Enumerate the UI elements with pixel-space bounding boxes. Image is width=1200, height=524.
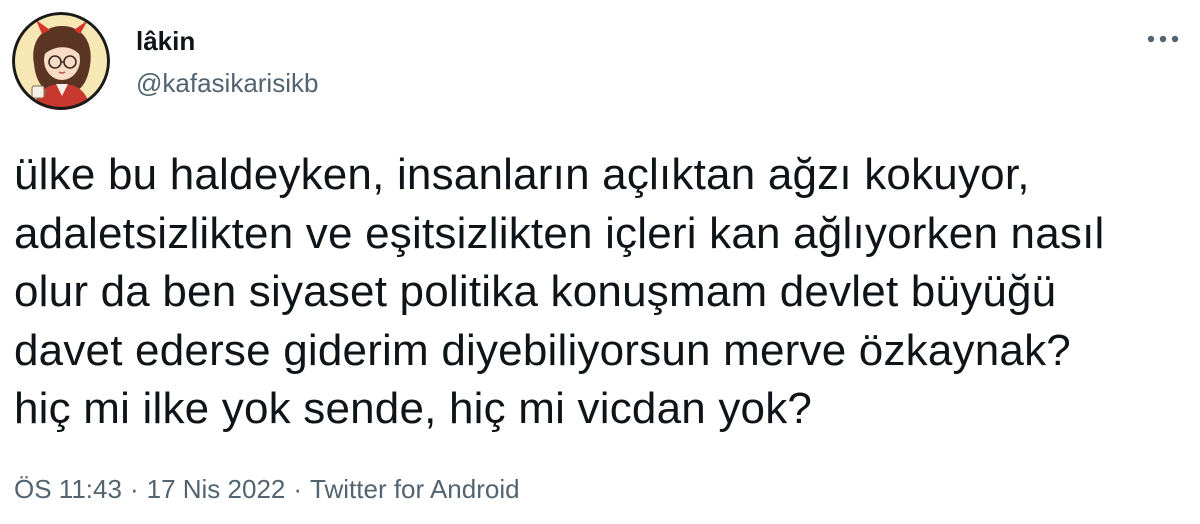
tweet-time[interactable]: ÖS 11:43 <box>14 474 122 504</box>
tweet-source[interactable]: Twitter for Android <box>310 474 520 504</box>
meta-separator: · <box>129 474 139 504</box>
display-name[interactable]: lâkin <box>136 26 195 56</box>
tweet-metadata: ÖS 11:43 · 17 Nis 2022 · Twitter for Android <box>14 472 520 506</box>
tweet-text-line: ülke bu haldeyken, insanların açlıktan a… <box>14 150 1030 199</box>
more-options-button[interactable] <box>1140 22 1186 56</box>
tweet-text-line: davet ederse giderim diyebiliyorsun merv… <box>14 325 1071 375</box>
tweet-text-line: adaletsizlikten ve eşitsizlikten içleri … <box>14 208 1105 258</box>
more-horizontal-icon <box>1147 35 1179 43</box>
tweet-card: lâkin @kafasikarisikb ülke bu haldeyken,… <box>0 0 1200 524</box>
tweet-text-line: olur da ben siyaset politika konuşmam de… <box>14 267 1057 316</box>
tweet-text: ülke bu haldeyken, insanların açlıktan a… <box>14 146 1184 439</box>
meta-separator: · <box>293 474 303 504</box>
tweet-date[interactable]: 17 Nis 2022 <box>147 474 286 504</box>
user-handle[interactable]: @kafasikarisikb <box>136 68 318 98</box>
tweet-text-line: hiç mi ilke yok sende, hiç mi vicdan yok… <box>14 384 813 433</box>
avatar[interactable] <box>12 12 110 110</box>
avatar-illustration <box>12 12 110 110</box>
